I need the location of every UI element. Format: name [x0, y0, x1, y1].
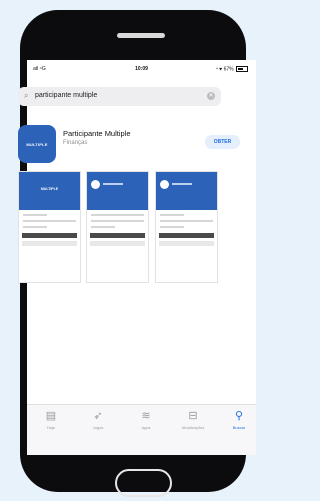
text-line	[160, 226, 184, 228]
home-button[interactable]	[115, 469, 172, 497]
screenshot-header	[87, 172, 148, 210]
tab-label: Atualizações	[181, 425, 205, 430]
screenshot-2[interactable]	[86, 171, 149, 283]
avatar-icon	[91, 180, 100, 189]
tab-search[interactable]: ⚲ Buscar	[222, 409, 256, 430]
today-icon: ▤	[45, 410, 57, 422]
app-name[interactable]: Participante Multiple	[63, 129, 131, 138]
tab-label: Jogos	[92, 425, 104, 430]
updates-icon: ⊟	[188, 410, 198, 422]
screenshot-header	[156, 172, 217, 210]
app-category: Finanças	[63, 140, 88, 146]
games-icon: ➶	[93, 410, 103, 422]
tab-updates[interactable]: ⊟ Atualizações	[176, 409, 210, 430]
button-bar	[22, 241, 77, 246]
screenshot-header: MULTIPLE	[19, 172, 80, 210]
tab-label: Apps	[141, 425, 151, 430]
header-line	[103, 183, 123, 185]
status-bar: atl ⁴G 10:09 ⁴ ♥ 67%	[27, 60, 256, 77]
button-bar	[22, 233, 77, 238]
app-icon-text: MULTIPLE	[26, 141, 48, 147]
battery-icon	[236, 66, 248, 72]
screenshot-3[interactable]	[155, 171, 218, 283]
tab-apps[interactable]: ≋ Apps	[129, 409, 163, 430]
text-line	[91, 220, 144, 222]
avatar-icon	[160, 180, 169, 189]
header-line	[172, 183, 192, 185]
search-icon: ⚲	[234, 410, 244, 422]
apps-icon: ≋	[141, 410, 151, 422]
button-bar	[90, 233, 145, 238]
tab-label: Hoje	[46, 425, 56, 430]
button-bar	[159, 241, 214, 246]
get-button[interactable]: OBTER	[205, 135, 240, 149]
screenshot-1[interactable]: MULTIPLE	[18, 171, 81, 283]
clear-search-icon[interactable]: ✕	[207, 92, 215, 100]
search-input[interactable]: participante multiple	[35, 92, 97, 99]
button-bar	[159, 233, 214, 238]
text-line	[91, 214, 144, 216]
tab-label: Buscar	[232, 425, 246, 430]
text-line	[23, 226, 47, 228]
button-bar	[90, 241, 145, 246]
text-line	[160, 214, 184, 216]
app-result-row[interactable]: MULTIPLE Participante Multiple Finanças …	[18, 125, 240, 165]
text-line	[160, 220, 213, 222]
app-icon[interactable]: MULTIPLE	[18, 125, 56, 163]
text-line	[91, 226, 115, 228]
battery-percent: ⁴ ♥ 67%	[215, 66, 234, 73]
magnifier-icon: ⌕	[24, 91, 29, 100]
screenshot-brand: MULTIPLE	[40, 187, 59, 191]
tab-games[interactable]: ➶ Jogos	[81, 409, 115, 430]
text-line	[23, 214, 47, 216]
search-bar[interactable]: ⌕ participante multiple ✕	[18, 87, 221, 106]
app-screenshots[interactable]: MULTIPLE	[18, 171, 240, 283]
tab-bar: ▤ Hoje ➶ Jogos ≋ Apps ⊟ Atualizações ⚲ B…	[27, 404, 256, 455]
phone-speaker	[117, 33, 165, 38]
text-line	[23, 220, 76, 222]
status-indicators: ⁴ ♥ 67%	[216, 66, 248, 72]
tab-today[interactable]: ▤ Hoje	[34, 409, 68, 430]
